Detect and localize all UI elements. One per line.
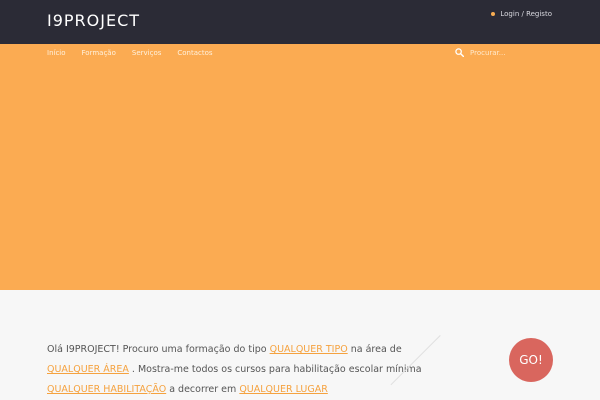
main-nav: Início Formação Serviços Contactos (47, 49, 213, 57)
course-finder-sentence: Olá I9PROJECT! Procuro uma formação do t… (47, 340, 427, 400)
nav-item-contactos[interactable]: Contactos (177, 49, 212, 57)
finder-area-text: na área de (350, 344, 402, 355)
course-finder: Olá I9PROJECT! Procuro uma formação do t… (0, 290, 600, 400)
lugar-selector[interactable]: QUALQUER LUGAR (239, 384, 328, 395)
site-logo[interactable]: I9PROJECT (47, 11, 140, 30)
area-selector[interactable]: QUALQUER ÁREA (47, 364, 129, 375)
finder-intro-text: Olá I9PROJECT! Procuro uma formação do t… (47, 344, 267, 355)
habilitacao-selector[interactable]: QUALQUER HABILITAÇÃO (47, 384, 166, 395)
nav-item-formacao[interactable]: Formação (82, 49, 116, 57)
login-label: Login / Registo (500, 10, 552, 18)
search-box (455, 48, 570, 57)
type-selector[interactable]: QUALQUER TIPO (270, 344, 348, 355)
nav-item-servicos[interactable]: Serviços (132, 49, 162, 57)
search-input[interactable] (470, 48, 570, 57)
search-icon[interactable] (455, 48, 464, 57)
nav-item-inicio[interactable]: Início (47, 49, 66, 57)
go-button[interactable]: GO! (509, 338, 553, 382)
bullet-icon (491, 12, 496, 16)
finder-habilitacao-text: . Mostra-me todos os cursos para habilit… (131, 364, 422, 375)
login-link[interactable]: Login / Registo (491, 10, 552, 18)
finder-lugar-text: a decorrer em (169, 384, 237, 395)
hero-banner: Início Formação Serviços Contactos (0, 44, 600, 290)
top-bar: I9PROJECT Login / Registo (0, 0, 600, 44)
